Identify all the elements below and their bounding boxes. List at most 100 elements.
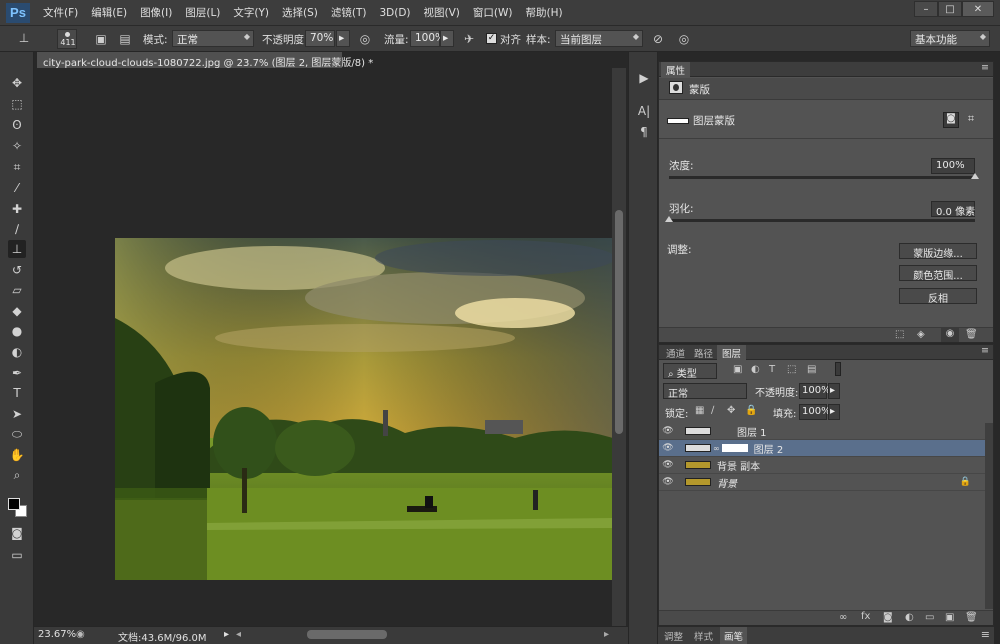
zoom-tool-icon[interactable]: ⌕ (8, 466, 26, 484)
menu-file[interactable]: 文件(F) (43, 5, 78, 20)
eye-icon[interactable]: 👁 (659, 426, 677, 436)
new-group-icon[interactable]: ▭ (925, 612, 934, 623)
pressure-opacity-icon[interactable]: ◎ (357, 31, 373, 47)
layer-filter-select[interactable]: ⌕ 类型 (663, 363, 717, 380)
status-info-icon[interactable]: ◉ (76, 629, 85, 640)
eye-icon[interactable]: 👁 (659, 477, 677, 487)
disable-mask-icon[interactable]: ◉ (941, 328, 959, 342)
layers-scrollbar[interactable] (985, 423, 993, 609)
flow-input[interactable]: 100% (410, 30, 445, 47)
quick-mask-icon[interactable]: ◙ (8, 524, 26, 542)
blend-mode-select[interactable]: 正常 (663, 383, 747, 400)
filter-type-icon[interactable]: T (769, 364, 775, 375)
menu-layer[interactable]: 图层(L) (185, 5, 220, 20)
menu-3d[interactable]: 3D(D) (379, 7, 410, 19)
menu-window[interactable]: 窗口(W) (473, 5, 513, 20)
filter-adjustment-icon[interactable]: ◐ (751, 364, 760, 375)
menu-filter[interactable]: 滤镜(T) (331, 5, 367, 20)
menu-edit[interactable]: 编辑(E) (91, 5, 127, 20)
eraser-tool-icon[interactable]: ▱ (8, 281, 26, 299)
healing-tool-icon[interactable]: ✚ (8, 200, 26, 218)
layer-opacity-dropdown[interactable]: ▸ (828, 383, 840, 399)
tab-layers[interactable]: 图层 (717, 345, 747, 360)
foreground-color-swatch-top[interactable] (8, 498, 20, 510)
flow-dropdown[interactable]: ▸ (440, 30, 454, 47)
layer-row-selected[interactable]: 👁 ∞ 图层 2 (659, 440, 985, 457)
fill-input[interactable]: 100% (799, 404, 831, 420)
blur-tool-icon[interactable]: ● (8, 322, 26, 340)
load-selection-icon[interactable]: ⬚ (895, 329, 904, 340)
document-tab[interactable]: city-park-cloud-clouds-1080722.jpg @ 23.… (37, 52, 373, 69)
pressure-size-icon[interactable]: ◎ (676, 31, 692, 47)
menu-image[interactable]: 图像(I) (140, 5, 172, 20)
menu-select[interactable]: 选择(S) (282, 5, 318, 20)
tab-brushes[interactable]: 画笔 (720, 627, 748, 644)
scroll-right-arrow-icon[interactable]: ▸ (604, 629, 609, 640)
layer-opacity-input[interactable]: 100% (799, 383, 831, 399)
marquee-tool-icon[interactable]: ⬚ (8, 95, 26, 113)
tab-paths[interactable]: 路径 (689, 345, 718, 360)
mode-select[interactable]: 正常 ◆ (172, 30, 254, 47)
maximize-button[interactable]: □ (938, 1, 962, 17)
tab-properties[interactable]: 属性 (661, 62, 691, 77)
delete-mask-icon[interactable]: 🗑 (965, 329, 978, 340)
feather-input[interactable]: 0.0 像素 (931, 201, 975, 218)
opacity-input[interactable]: 70% (305, 30, 335, 47)
invert-button[interactable]: 反相 (899, 288, 977, 305)
ignore-adjustment-layers-icon[interactable]: ⊘ (650, 31, 666, 47)
pen-tool-icon[interactable]: ✒ (8, 364, 26, 382)
filter-pixel-icon[interactable]: ▣ (733, 364, 742, 375)
dodge-tool-icon[interactable]: ◐ (8, 343, 26, 361)
eye-icon[interactable]: 👁 (659, 443, 677, 453)
feather-slider-knob[interactable] (665, 216, 673, 222)
workspace-select[interactable]: 基本功能 ◆ (910, 30, 990, 47)
panel-menu-icon[interactable]: ≡ (981, 628, 990, 641)
filter-shape-icon[interactable]: ⬚ (787, 364, 796, 375)
density-slider-knob[interactable] (971, 173, 979, 179)
crop-tool-icon[interactable]: ⌗ (8, 158, 26, 176)
lock-pixels-icon[interactable]: ∕ (711, 405, 714, 416)
clone-stamp-tool-icon[interactable]: ⊥ (8, 240, 26, 258)
link-layers-icon[interactable]: ∞ (839, 612, 847, 623)
character-panel-icon[interactable]: A| (636, 103, 652, 119)
opacity-dropdown[interactable]: ▸ (336, 30, 350, 47)
magic-wand-tool-icon[interactable]: ✧ (8, 137, 26, 155)
brush-tool-icon[interactable]: ∕ (8, 220, 26, 238)
lock-all-icon[interactable]: 🔒 (745, 405, 757, 416)
filter-smart-object-icon[interactable]: ▤ (807, 364, 816, 375)
minimize-button[interactable]: – (914, 1, 938, 17)
vertical-scroll-thumb[interactable] (615, 210, 623, 434)
color-range-button[interactable]: 颜色范围... (899, 265, 977, 282)
lock-position-icon[interactable]: ✥ (727, 405, 735, 416)
menu-help[interactable]: 帮助(H) (526, 5, 563, 20)
delete-layer-icon[interactable]: 🗑 (965, 612, 978, 623)
layer-row[interactable]: 👁 背景 🔒 (659, 474, 985, 491)
lock-transparent-icon[interactable]: ▦ (695, 405, 704, 416)
density-input[interactable]: 100% (931, 158, 975, 174)
eyedropper-tool-icon[interactable]: ⁄ (8, 179, 26, 197)
move-tool-icon[interactable]: ✥ (8, 74, 26, 92)
menu-type[interactable]: 文字(Y) (233, 5, 269, 20)
pixel-mask-button-icon[interactable]: ◙ (943, 112, 959, 128)
toggle-clone-source-icon[interactable]: ▤ (117, 31, 133, 47)
feather-slider-track[interactable] (669, 219, 975, 222)
add-mask-icon[interactable]: ◙ (883, 612, 893, 623)
vector-mask-button-icon[interactable]: ⌗ (963, 112, 979, 128)
tab-adjustments[interactable]: 调整 (664, 629, 683, 643)
clone-stamp-preset-icon[interactable]: ⊥ (16, 30, 32, 46)
type-tool-icon[interactable]: T (8, 384, 26, 402)
scroll-left-arrow-icon[interactable]: ◂ (236, 629, 241, 640)
play-actions-icon[interactable]: ▶ (636, 70, 652, 86)
horizontal-scroll-thumb[interactable] (307, 630, 387, 639)
close-button[interactable]: ✕ (962, 1, 994, 17)
sample-select[interactable]: 当前图层 ◆ (555, 30, 643, 47)
adjustment-layer-icon[interactable]: ◐ (905, 612, 914, 623)
panel-menu-icon[interactable]: ≡ (981, 62, 989, 73)
layer-row[interactable]: 👁 背景 副本 (659, 457, 985, 474)
history-brush-tool-icon[interactable]: ↺ (8, 261, 26, 279)
eye-icon[interactable]: 👁 (659, 460, 677, 470)
menu-view[interactable]: 视图(V) (424, 5, 460, 20)
layer-style-icon[interactable]: fx (861, 611, 870, 622)
tab-styles[interactable]: 样式 (694, 629, 713, 643)
align-checkbox[interactable]: ✓ (486, 33, 497, 44)
